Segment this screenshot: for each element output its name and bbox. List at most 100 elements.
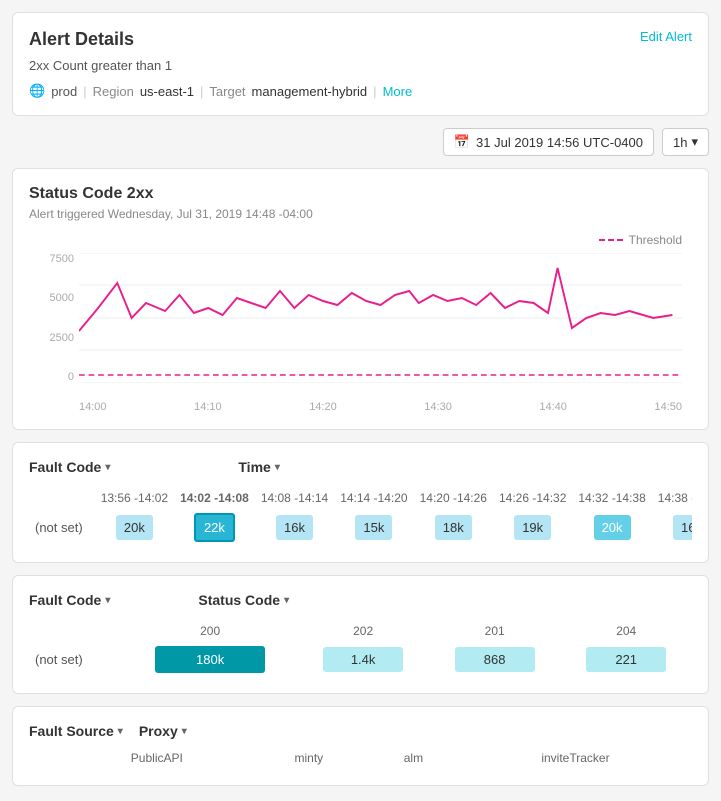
alert-description: 2xx Count greater than 1 — [29, 58, 692, 73]
time-col-4: 14:14 -14:20 — [334, 487, 413, 509]
timerange-value: 1h — [673, 135, 687, 150]
not-set-label-2: (not set) — [29, 642, 123, 677]
proxy-col-3: alm — [368, 747, 459, 769]
y-axis: 7500 5000 2500 0 — [39, 253, 74, 383]
val-4: 15k — [334, 509, 413, 546]
status-val-201: 868 — [429, 642, 561, 677]
chart-svg-area — [79, 253, 682, 383]
status-table-row: (not set) 180k 1.4k 868 221 — [29, 642, 692, 677]
time-col-5: 14:20 -14:26 — [414, 487, 493, 509]
status-201: 201 — [429, 620, 561, 642]
status-val-204: 221 — [560, 642, 692, 677]
empty-header-3 — [29, 747, 64, 769]
fault-source-dropdown[interactable]: Fault Source ▾ — [29, 723, 123, 739]
alert-title: Alert Details — [29, 29, 134, 50]
time-label: Time — [238, 459, 270, 475]
fault-code-time-table: 13:56 -14:02 14:02 -14:08 14:08 -14:14 1… — [29, 487, 692, 546]
alert-header: Alert Details Edit Alert — [29, 29, 692, 50]
edit-alert-link[interactable]: Edit Alert — [640, 29, 692, 44]
status-val-200: 180k — [123, 642, 297, 677]
fault-code-time-card: Fault Code ▾ Time ▾ 13:56 -14:02 14:02 -… — [12, 442, 709, 563]
empty-header-2 — [29, 620, 123, 642]
val-1: 20k — [95, 509, 174, 546]
x-label-1410: 14:10 — [194, 401, 222, 413]
calendar-icon: 📅 — [454, 134, 470, 150]
fault-source-label: Fault Source — [29, 723, 114, 739]
status-header-row: 200 202 201 204 — [29, 620, 692, 642]
time-col-6: 14:26 -14:32 — [493, 487, 572, 509]
timerange-arrow: ▾ — [691, 134, 698, 150]
globe-icon: 🌐 — [29, 83, 45, 99]
threshold-label: Threshold — [629, 233, 682, 247]
chart-subtitle: Alert triggered Wednesday, Jul 31, 2019 … — [29, 207, 692, 221]
val-2: 22k — [174, 509, 255, 546]
table-header-row: 13:56 -14:02 14:02 -14:08 14:08 -14:14 1… — [29, 487, 692, 509]
time-col-7: 14:32 -14:38 — [572, 487, 651, 509]
table-row: (not set) 20k 22k 16k 15k 18k 19k 20k 16… — [29, 509, 692, 546]
proxy-arrow: ▾ — [182, 726, 187, 737]
time-col-2: 14:02 -14:08 — [174, 487, 255, 509]
fault-code-arrow: ▾ — [105, 462, 110, 473]
x-label-1400: 14:00 — [79, 401, 107, 413]
date-value: 31 Jul 2019 14:56 UTC-0400 — [476, 135, 643, 150]
proxy-label: Proxy — [139, 723, 178, 739]
val-7: 20k — [572, 509, 651, 546]
x-label-1420: 14:20 — [309, 401, 337, 413]
separator2: | — [200, 84, 203, 99]
region-label: Region — [93, 84, 134, 99]
threshold-dash-icon — [599, 239, 623, 241]
datetime-selector[interactable]: 📅 31 Jul 2019 14:56 UTC-0400 — [443, 128, 654, 156]
fault-code-dropdown-2[interactable]: Fault Code ▾ — [29, 592, 110, 608]
chart-card: Status Code 2xx Alert triggered Wednesda… — [12, 168, 709, 430]
fault-source-table-container: PublicAPI minty alm inviteTracker — [29, 747, 692, 769]
y-label-5000: 5000 — [39, 292, 74, 304]
status-val-202: 1.4k — [297, 642, 429, 677]
chart-title: Status Code 2xx — [29, 185, 692, 203]
time-col-8: 14:38 -14:44 — [652, 487, 692, 509]
status-code-label: Status Code — [198, 592, 280, 608]
fault-source-arrow: ▾ — [118, 726, 123, 737]
fault-source-card: Fault Source ▾ Proxy ▾ PublicAPI minty a… — [12, 706, 709, 786]
timerange-selector[interactable]: 1h ▾ — [662, 128, 709, 156]
fault-code-label-2: Fault Code — [29, 592, 101, 608]
fault-code-status-card: Fault Code ▾ Status Code ▾ 200 202 201 2… — [12, 575, 709, 694]
fault-code-time-table-container: 13:56 -14:02 14:02 -14:08 14:08 -14:14 1… — [29, 487, 692, 546]
val-6: 19k — [493, 509, 572, 546]
x-axis: 14:00 14:10 14:20 14:30 14:40 14:50 — [79, 401, 682, 413]
y-label-7500: 7500 — [39, 253, 74, 265]
y-label-2500: 2500 — [39, 332, 74, 344]
separator3: | — [373, 84, 376, 99]
time-col-3: 14:08 -14:14 — [255, 487, 334, 509]
status-code-dropdown[interactable]: Status Code ▾ — [198, 592, 289, 608]
proxy-col-2: minty — [250, 747, 368, 769]
time-dropdown[interactable]: Time ▾ — [238, 459, 279, 475]
more-link[interactable]: More — [383, 84, 413, 99]
status-code-arrow: ▾ — [284, 595, 289, 606]
target-label: Target — [209, 84, 245, 99]
status-204: 204 — [560, 620, 692, 642]
x-label-1440: 14:40 — [539, 401, 567, 413]
fault-code-status-table: 200 202 201 204 (not set) 180k 1.4k 868 … — [29, 620, 692, 677]
alert-details-card: Alert Details Edit Alert 2xx Count great… — [12, 12, 709, 116]
prod-value: prod — [51, 84, 77, 99]
alert-meta: 🌐 prod | Region us-east-1 | Target manag… — [29, 83, 692, 99]
proxy-col-4: inviteTracker — [459, 747, 692, 769]
threshold-legend: Threshold — [599, 233, 682, 247]
region-value: us-east-1 — [140, 84, 194, 99]
y-label-0: 0 — [39, 371, 74, 383]
val-8: 16k — [652, 509, 692, 546]
empty-header — [29, 487, 95, 509]
val-3: 16k — [255, 509, 334, 546]
fault-code-arrow-2: ▾ — [105, 595, 110, 606]
fault-code-dropdown[interactable]: Fault Code ▾ — [29, 459, 110, 475]
time-arrow: ▾ — [275, 462, 280, 473]
x-label-1430: 14:30 — [424, 401, 452, 413]
proxy-header-row: PublicAPI minty alm inviteTracker — [29, 747, 692, 769]
not-set-label-1: (not set) — [29, 509, 95, 546]
fault-code-status-header: Fault Code ▾ Status Code ▾ — [29, 592, 692, 608]
status-200: 200 — [123, 620, 297, 642]
proxy-dropdown[interactable]: Proxy ▾ — [139, 723, 187, 739]
proxy-col-1: PublicAPI — [64, 747, 250, 769]
separator1: | — [83, 84, 86, 99]
fault-source-table: PublicAPI minty alm inviteTracker — [29, 747, 692, 769]
